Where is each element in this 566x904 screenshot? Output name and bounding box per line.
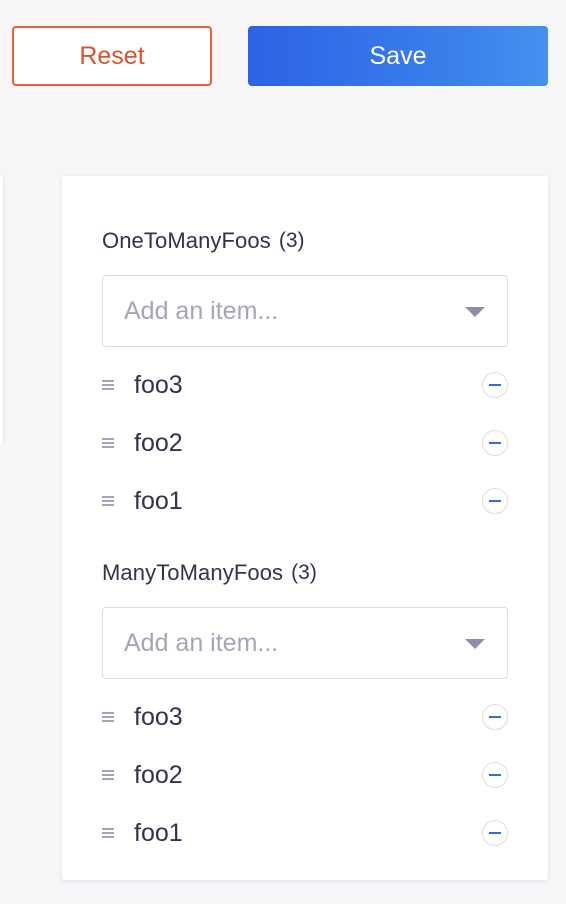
relation-one-to-many: OneToManyFoos (3) Add an item... foo3 fo… [102,226,508,530]
save-button[interactable]: Save [248,26,548,86]
minus-icon [489,442,501,444]
list-item: foo3 [102,356,508,414]
relation-title: ManyToManyFoos [102,560,284,585]
minus-icon [489,832,501,834]
drag-handle-icon[interactable] [102,712,114,722]
drag-handle-icon[interactable] [102,380,114,390]
remove-item-button[interactable] [482,762,508,788]
item-link[interactable]: foo1 [134,487,183,516]
chevron-down-icon[interactable] [465,307,485,317]
chevron-down-icon[interactable] [465,639,485,649]
relation-item-list: foo3 foo2 foo1 [102,688,508,862]
remove-item-button[interactable] [482,704,508,730]
item-link[interactable]: foo3 [134,371,183,400]
minus-icon [489,384,501,386]
relation-count: (3) [278,229,305,252]
item-link[interactable]: foo2 [134,761,183,790]
minus-icon [489,500,501,502]
list-item: foo2 [102,414,508,472]
relation-item-list: foo3 foo2 foo1 [102,356,508,530]
list-item: foo2 [102,746,508,804]
relation-title: OneToManyFoos [102,228,271,253]
list-item: foo1 [102,804,508,862]
select-placeholder: Add an item... [124,628,279,657]
add-item-select[interactable]: Add an item... [102,275,508,347]
relation-header: OneToManyFoos (3) [102,226,508,256]
relation-header: ManyToManyFoos (3) [102,558,508,588]
list-item: foo3 [102,688,508,746]
minus-icon [489,774,501,776]
drag-handle-icon[interactable] [102,770,114,780]
drag-handle-icon[interactable] [102,496,114,506]
item-link[interactable]: foo3 [134,703,183,732]
drag-handle-icon[interactable] [102,828,114,838]
minus-icon [489,716,501,718]
list-item: foo1 [102,472,508,530]
remove-item-button[interactable] [482,372,508,398]
relations-panel: OneToManyFoos (3) Add an item... foo3 fo… [62,176,548,880]
select-placeholder: Add an item... [124,296,279,325]
remove-item-button[interactable] [482,488,508,514]
relation-many-to-many: ManyToManyFoos (3) Add an item... foo3 f… [102,558,508,862]
remove-item-button[interactable] [482,430,508,456]
side-panel-edge [0,176,3,444]
reset-button[interactable]: Reset [12,26,212,86]
item-link[interactable]: foo2 [134,429,183,458]
drag-handle-icon[interactable] [102,438,114,448]
item-link[interactable]: foo1 [134,819,183,848]
add-item-select[interactable]: Add an item... [102,607,508,679]
relation-count: (3) [291,561,317,584]
remove-item-button[interactable] [482,820,508,846]
